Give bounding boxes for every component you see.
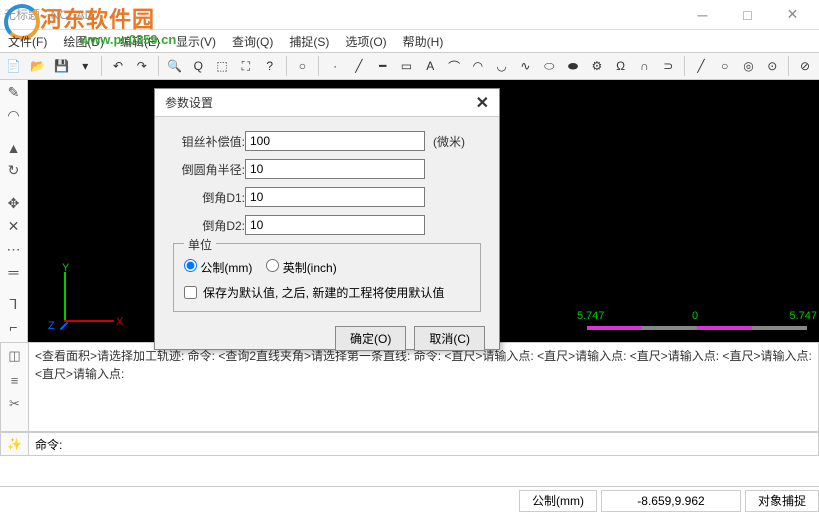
compass-icon[interactable]: ◠ — [4, 107, 24, 124]
text-icon[interactable]: A — [420, 55, 440, 77]
mirror-icon[interactable]: ▲ — [4, 140, 24, 156]
ellipse-icon[interactable]: ⬭ — [539, 55, 559, 77]
circle2-icon[interactable]: ○ — [715, 55, 735, 77]
unit-legend: 单位 — [184, 236, 216, 253]
left-toolbar: ✎ ◠ ▲ ↻ ✥ ✕ ⋯ ═ ⅂ ⌐ ⊞ ▦ — [0, 80, 28, 342]
dialog-title: 参数设置 — [165, 94, 213, 111]
move-icon[interactable]: ✥ — [4, 195, 24, 212]
style-icon[interactable]: ≡ — [6, 371, 24, 389]
arc2-icon[interactable]: ◠ — [468, 55, 488, 77]
x-axis-label: X — [116, 316, 123, 328]
menu-display[interactable]: 显示(V) — [172, 31, 220, 52]
menu-snap[interactable]: 捕捉(S) — [285, 31, 333, 52]
menu-option[interactable]: 选项(O) — [341, 31, 390, 52]
status-snap[interactable]: 对象捕捉 — [745, 490, 819, 512]
layer-icon[interactable]: ◫ — [6, 347, 24, 365]
command-prompt: 命令: — [29, 436, 68, 453]
circle4-icon[interactable]: ⊙ — [762, 55, 782, 77]
comp-input[interactable] — [245, 131, 425, 151]
rect-icon[interactable]: ▭ — [397, 55, 417, 77]
minimize-button[interactable]: ─ — [680, 1, 725, 29]
dialog-close-icon[interactable]: ✕ — [476, 93, 489, 113]
statusbar: 公制(mm) -8.659,9.962 对象捕捉 — [0, 486, 819, 514]
d2-label: 倒角D2: — [173, 217, 245, 234]
fillet-input[interactable] — [245, 159, 425, 179]
status-mode[interactable]: 公制(mm) — [519, 490, 597, 512]
unit-fieldset: 单位 公制(mm) 英制(inch) 保存为默认值, 之后, 新建的工程将使用默… — [173, 243, 481, 312]
ok-button[interactable]: 确定(O) — [335, 326, 406, 351]
line2-icon[interactable]: ╱ — [691, 55, 711, 77]
circle-tool-icon[interactable]: ○ — [292, 55, 312, 77]
tangent-icon[interactable]: ⊘ — [795, 55, 815, 77]
d1-label: 倒角D1: — [173, 189, 245, 206]
y-axis-label: Y — [62, 262, 69, 274]
arc3-icon[interactable]: ◡ — [492, 55, 512, 77]
scale-ruler: 5.747 0 5.747 — [587, 326, 807, 330]
axis-indicator: Y X Z — [44, 262, 114, 332]
titlebar: 无标题 - NCCAD 河东软件园 ─ □ ✕ — [0, 0, 819, 30]
comp-label: 钼丝补偿值: — [173, 133, 245, 150]
slot-icon[interactable]: ⊃ — [658, 55, 678, 77]
ellipse2-icon[interactable]: ⬬ — [563, 55, 583, 77]
polyline-icon[interactable]: ⅂ — [4, 296, 24, 313]
dialog-titlebar[interactable]: 参数设置 ✕ — [155, 89, 499, 117]
fillet-label: 倒圆角半径: — [173, 161, 245, 178]
trim-icon[interactable]: ✂ — [6, 395, 24, 413]
gear-icon[interactable]: ⚙ — [587, 55, 607, 77]
command-input-row: ✨ 命令: — [0, 432, 819, 456]
param-dialog: 参数设置 ✕ 钼丝补偿值: (微米) 倒圆角半径: 倒角D1: 倒角D2: 单位… — [154, 88, 500, 350]
menubar: 文件(F) 绘图(D) 编辑(E) 显示(V) 查询(Q) 捕捉(S) 选项(O… — [0, 30, 819, 52]
zoom-window-icon[interactable]: ⬚ — [212, 55, 232, 77]
open-icon[interactable]: 📂 — [28, 55, 48, 77]
line-icon[interactable]: ╱ — [349, 55, 369, 77]
angle-icon[interactable]: ✕ — [4, 218, 24, 235]
dash-icon[interactable]: ⋯ — [4, 241, 24, 258]
command-input[interactable] — [68, 437, 818, 451]
undo-icon[interactable]: ↶ — [108, 55, 128, 77]
zoom-out-icon[interactable]: Q — [188, 55, 208, 77]
cam-icon[interactable]: Ω — [611, 55, 631, 77]
menu-help[interactable]: 帮助(H) — [399, 31, 448, 52]
redo-icon[interactable]: ↷ — [132, 55, 152, 77]
menu-file[interactable]: 文件(F) — [4, 31, 51, 52]
save-dropdown-icon[interactable]: ▾ — [75, 55, 95, 77]
wave-icon[interactable]: ∩ — [635, 55, 655, 77]
save-default-checkbox[interactable] — [184, 286, 197, 299]
status-coords: -8.659,9.962 — [601, 490, 741, 512]
zoom-fit-icon[interactable]: ⛶ — [236, 55, 256, 77]
hline-icon[interactable]: ━ — [373, 55, 393, 77]
maximize-button[interactable]: □ — [725, 1, 770, 29]
menu-query[interactable]: 查询(Q) — [228, 31, 277, 52]
cancel-button[interactable]: 取消(C) — [414, 326, 485, 351]
zoom-in-icon[interactable]: 🔍 — [165, 55, 185, 77]
z-axis-label: Z — [48, 320, 55, 332]
main-toolbar: 📄 📂 💾 ▾ ↶ ↷ 🔍 Q ⬚ ⛶ ? ○ · ╱ ━ ▭ A ⌒ ◠ ◡ … — [0, 52, 819, 80]
circle3-icon[interactable]: ◎ — [739, 55, 759, 77]
comp-unit: (微米) — [433, 133, 465, 150]
arc-icon[interactable]: ⌒ — [444, 55, 464, 77]
point-icon[interactable]: · — [325, 55, 345, 77]
wand-icon[interactable]: ✨ — [7, 437, 22, 451]
help-icon[interactable]: ? — [260, 55, 280, 77]
radio-metric[interactable]: 公制(mm) — [184, 259, 252, 276]
corner-icon[interactable]: ⌐ — [4, 319, 24, 335]
watermark-url: www.pc0359.cn — [80, 32, 176, 47]
radio-imperial[interactable]: 英制(inch) — [266, 259, 336, 276]
close-button[interactable]: ✕ — [770, 1, 815, 29]
rotate-icon[interactable]: ↻ — [4, 162, 24, 179]
spline-icon[interactable]: ∿ — [516, 55, 536, 77]
d2-input[interactable] — [245, 215, 425, 235]
equal-icon[interactable]: ═ — [4, 264, 24, 280]
d1-input[interactable] — [245, 187, 425, 207]
new-icon[interactable]: 📄 — [4, 55, 24, 77]
save-default-label: 保存为默认值, 之后, 新建的工程将使用默认值 — [203, 284, 444, 301]
save-icon[interactable]: 💾 — [52, 55, 72, 77]
pencil-icon[interactable]: ✎ — [4, 84, 24, 101]
